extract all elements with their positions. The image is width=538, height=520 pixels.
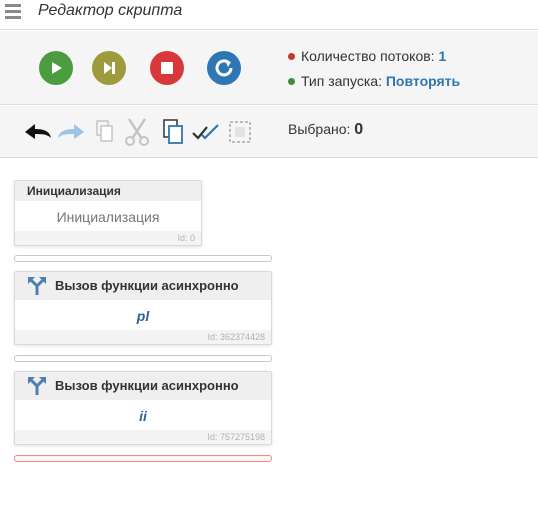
selected-value: 0 [354,121,364,138]
threads-dot-icon [288,52,295,60]
edit-toolbar: Выбрано: 0 [0,106,538,158]
stop-icon [161,62,173,74]
title-bar: Редактор скрипта [0,0,538,30]
block-body: pl [136,308,150,324]
block-title: Вызов функции асинхронно [55,278,239,293]
deselect-button[interactable] [224,118,256,146]
block-body: ii [139,408,147,424]
launch-dot-icon [288,77,295,85]
restart-button[interactable] [207,51,241,85]
threads-status: Количество потоков: 1 [288,48,446,64]
launch-value[interactable]: Повторять [386,73,460,89]
drop-separator-active[interactable] [14,455,272,462]
block-id: Id: 757275198 [15,430,271,444]
undo-icon [25,124,51,139]
copy-button[interactable] [88,118,120,146]
block-header: Вызов функции асинхронно [15,272,271,300]
page-title: Редактор скрипта [38,2,183,19]
restart-icon [215,59,233,77]
menu-icon[interactable] [5,4,21,20]
selected-count: Выбрано: 0 [288,121,363,139]
threads-label: Количество потоков: [301,48,435,64]
script-block-async-call[interactable]: Вызов функции асинхронно pl Id: 36237442… [14,271,272,345]
paste-icon [163,119,183,144]
paste-button[interactable] [157,118,189,146]
play-icon [52,62,62,74]
threads-value[interactable]: 1 [438,48,446,64]
drop-separator[interactable] [14,255,272,262]
step-button[interactable] [92,51,126,85]
block-id: Id: 362374428 [15,330,271,344]
selected-label: Выбрано: [288,121,351,137]
script-block-init[interactable]: Инициализация Инициализация Id: 0 [14,180,202,246]
deselect-icon [229,121,251,143]
stop-button[interactable] [150,51,184,85]
drop-separator[interactable] [14,355,272,362]
step-icon [104,62,115,74]
redo-button[interactable] [55,118,87,146]
script-block-async-call[interactable]: Вызов функции асинхронно ii Id: 75727519… [14,371,272,445]
block-body: Инициализация [56,209,160,225]
fork-icon [28,277,46,295]
select-all-button[interactable] [190,118,222,146]
launch-status: Тип запуска: Повторять [288,73,460,89]
block-title: Вызов функции асинхронно [55,378,239,393]
block-id: Id: 0 [15,231,201,245]
fork-icon [28,377,46,395]
redo-icon [58,124,84,139]
undo-button[interactable] [22,118,54,146]
cut-button[interactable] [121,118,153,146]
play-button[interactable] [39,51,73,85]
cut-icon [125,118,149,146]
block-header: Вызов функции асинхронно [15,372,271,400]
select-all-icon [192,124,219,140]
launch-label: Тип запуска: [301,73,382,89]
block-header: Инициализация [15,181,201,201]
control-panel: Количество потоков: 1 Тип запуска: Повто… [0,31,538,105]
copy-icon [96,120,113,142]
